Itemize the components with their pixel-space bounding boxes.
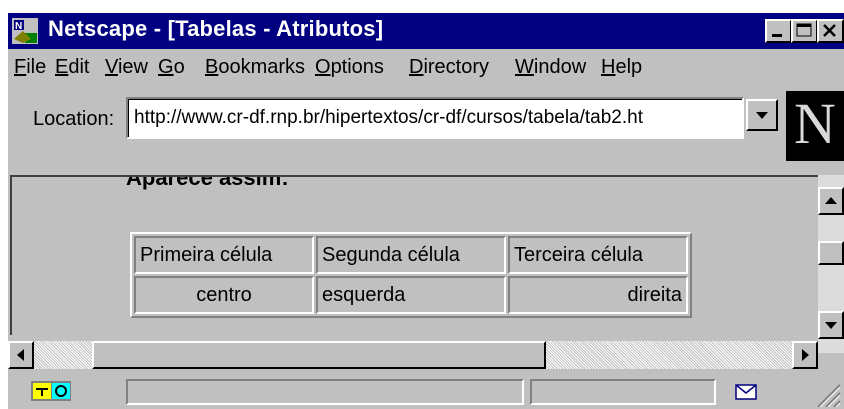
menu-options[interactable]: Options [315,56,384,79]
title-bar[interactable]: N Netscape - [Tabelas - Atributos] [8,13,844,49]
menu-directory[interactable]: Directory [409,56,489,79]
location-url: http://www.cr-df.rnp.br/hipertextos/cr-d… [134,107,644,128]
menu-go[interactable]: Go [158,56,185,79]
maximize-button[interactable] [791,19,818,43]
scroll-up-button[interactable] [818,187,844,215]
table-cell: Terceira célula [508,236,688,274]
scroll-thumb[interactable] [818,241,844,265]
svg-text:N: N [15,21,22,32]
menu-file[interactable]: File [14,56,46,79]
table-cell: direita [508,276,688,314]
minimize-icon [772,34,782,37]
scroll-right-button[interactable] [792,341,818,369]
menu-help[interactable]: Help [601,56,642,79]
chevron-down-icon [756,112,768,119]
table-cell: Primeira célula [134,236,314,274]
table-cell: Segunda célula [316,236,506,274]
table-cell: centro [134,276,314,314]
location-dropdown-button[interactable] [746,99,778,131]
browser-window: N Netscape - [Tabelas - Atributos] File … [8,13,844,409]
menu-edit[interactable]: Edit [55,56,89,79]
window-title: Netscape - [Tabelas - Atributos] [48,16,384,41]
horizontal-scroll-thumb[interactable] [92,341,546,369]
arrow-down-icon [825,322,837,329]
scroll-left-button[interactable] [8,341,34,369]
table-row: Primeira célula Segunda célula Terceira … [134,236,688,274]
close-icon [823,24,836,37]
menu-bar: File Edit View Go Bookmarks Options Dire… [8,49,844,85]
vertical-scrollbar[interactable] [818,175,844,353]
location-label: Location: [33,108,115,130]
resize-grip-icon[interactable] [814,381,842,407]
status-bar [8,371,844,409]
arrow-right-icon [802,349,809,361]
mail-icon[interactable] [734,383,760,401]
close-button[interactable] [817,19,844,43]
scroll-down-button[interactable] [818,311,844,339]
menu-window[interactable]: Window [515,56,586,79]
progress-panel [530,379,716,405]
netscape-logo[interactable]: N [786,91,844,161]
page-content: Aparece assim: Primeira célula Segunda c… [10,175,818,335]
arrow-left-icon [17,349,24,361]
menu-view[interactable]: View [105,56,148,79]
status-text-panel [126,379,524,405]
arrow-up-icon [825,197,837,204]
menu-bookmarks[interactable]: Bookmarks [205,56,305,79]
table-row: centro esquerda direita [134,276,688,314]
security-key-icon[interactable] [30,379,74,403]
horizontal-scrollbar[interactable] [8,341,818,369]
location-field[interactable]: http://www.cr-df.rnp.br/hipertextos/cr-d… [126,97,744,139]
table-cell: esquerda [316,276,506,314]
maximize-icon [796,23,812,37]
minimize-button[interactable] [765,19,792,43]
demo-table: Primeira célula Segunda célula Terceira … [130,232,692,318]
page-heading: Aparece assim: [126,175,289,190]
netscape-app-icon[interactable]: N [11,17,39,45]
logo-letter: N [794,91,836,156]
